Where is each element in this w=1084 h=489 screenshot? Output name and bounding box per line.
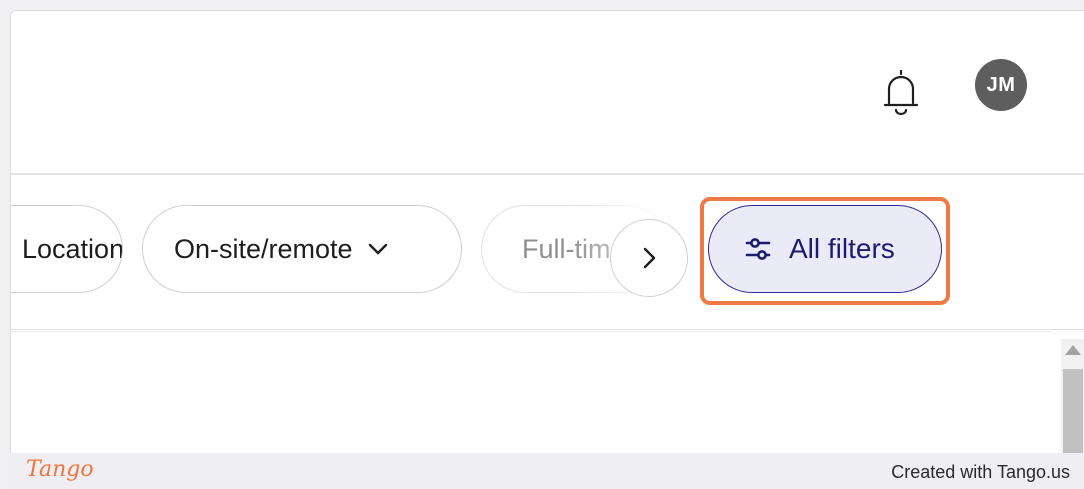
- app-window: JM Location On-site/remote Full-time All…: [10, 10, 1084, 454]
- all-filters-label: All filters: [789, 233, 895, 264]
- chevron-right-icon: [643, 247, 656, 269]
- results-content-area: [11, 331, 1051, 454]
- filter-chip-label: On-site/remote: [174, 233, 353, 264]
- filter-chip-onsite-remote[interactable]: On-site/remote: [142, 205, 462, 293]
- scrollbar-thumb[interactable]: [1063, 369, 1083, 454]
- filter-chip-label: Location: [22, 233, 123, 264]
- filter-bar: Location On-site/remote Full-time All fi…: [11, 175, 1084, 330]
- notifications-button[interactable]: [879, 67, 923, 119]
- scroll-filters-right-button[interactable]: [610, 219, 688, 297]
- user-avatar[interactable]: JM: [975, 59, 1027, 111]
- chevron-down-icon: [368, 243, 387, 255]
- sliders-icon: [745, 238, 771, 260]
- tango-credit: Created with Tango.us: [891, 462, 1070, 482]
- tango-logo: Tango: [26, 457, 94, 482]
- top-header: JM: [11, 11, 1084, 175]
- filter-chip-location[interactable]: Location: [11, 205, 123, 293]
- vertical-scrollbar[interactable]: [1061, 339, 1084, 454]
- bell-icon: [883, 69, 919, 116]
- avatar-initials: JM: [986, 73, 1016, 96]
- all-filters-button[interactable]: All filters: [708, 205, 942, 293]
- scroll-up-arrow-icon[interactable]: [1065, 345, 1081, 355]
- tango-footer: Tango Created with Tango.us: [10, 453, 1084, 489]
